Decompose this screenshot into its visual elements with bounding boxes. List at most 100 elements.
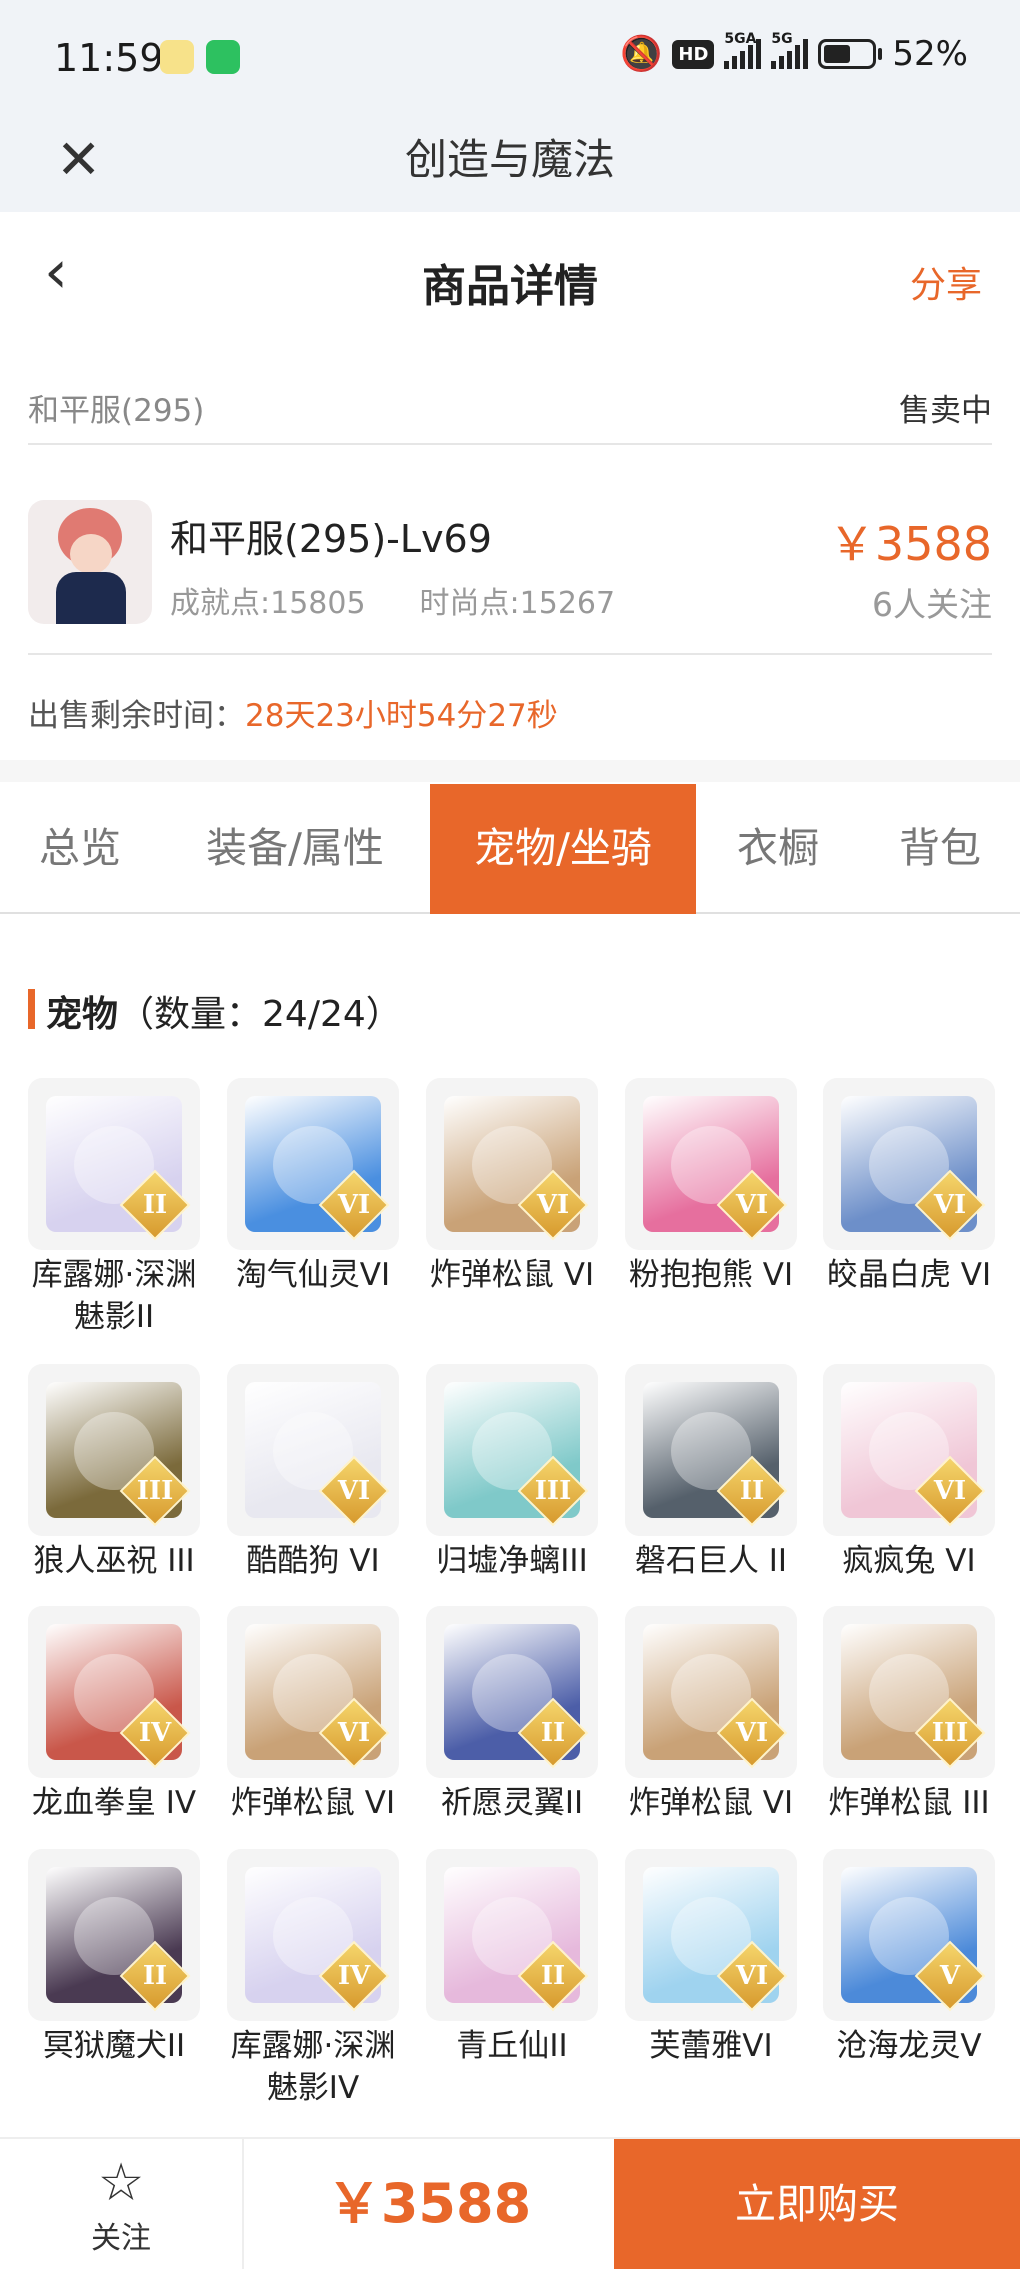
achievement-points: 成就点:15805 [170,586,366,621]
pet-name: 酷酷狗 VI [246,1543,380,1579]
pet-thumbnail: VI [625,1078,797,1250]
pet-name: 皎晶白虎 VI [826,1257,992,1293]
pet-thumbnail: III [426,1364,598,1536]
pet-item[interactable]: IV 龙血拳皇 IV [28,1606,200,1824]
pet-name: 祈愿灵翼II [440,1785,584,1821]
battery-cap [878,48,883,60]
tab-pets-mounts[interactable]: 宠物/坐骑 [430,784,696,914]
pet-item[interactable]: VI 芙蕾雅VI [625,1849,797,2067]
mini-app-title: 创造与魔法 [404,135,615,184]
status-time: 11:59 [54,36,164,80]
section-divider [0,760,1020,782]
pet-thumbnail: VI [227,1078,399,1250]
pet-item[interactable]: II 冥狱魔犬II [28,1849,200,2067]
avatar [28,500,152,624]
pet-item[interactable]: VI 酷酷狗 VI [227,1364,399,1582]
pet-item[interactable]: IV 库露娜·深渊魅影IV [227,1849,399,2109]
pet-thumbnail: VI [823,1364,995,1536]
pet-item[interactable]: VI 粉抱抱熊 VI [625,1078,797,1296]
pet-name: 淘气仙灵VI [235,1257,391,1293]
pet-name: 冥狱魔犬II [42,2028,186,2064]
pet-item[interactable]: VI 疯疯兔 VI [823,1364,995,1582]
status-and-nav-area: 11:59 🔕 HD 5GA 5G 52% 创造与魔法 ✕ [0,0,1020,212]
server-row: 和平服(295) 售卖中 [28,365,992,445]
product-name: 和平服(295)-Lv69 [170,517,492,561]
mute-bell-icon: 🔕 [620,34,663,74]
status-badge: 售卖中 [899,393,992,429]
pet-item[interactable]: VI 皎晶白虎 VI [823,1078,995,1296]
pet-item[interactable]: VI 炸弹松鼠 VI [625,1606,797,1824]
signal-5ga-icon: 5GA [724,31,762,69]
star-icon: ☆ [97,2153,145,2213]
pet-item[interactable]: VI 淘气仙灵VI [227,1078,399,1296]
close-icon[interactable]: ✕ [56,120,101,200]
pet-thumbnail: II [426,1849,598,2021]
tab-backpack[interactable]: 背包 [860,784,1020,914]
pet-item[interactable]: II 库露娜·深渊魅影II [28,1078,200,1338]
buy-now-button[interactable]: 立即购买 [614,2139,1020,2269]
pet-item[interactable]: II 青丘仙II [426,1849,598,2067]
pet-thumbnail: VI [227,1606,399,1778]
pet-name: 粉抱抱熊 VI [628,1257,794,1293]
pet-item[interactable]: III 狼人巫祝 III [28,1364,200,1582]
product-stats: 成就点:15805 时尚点:15267 [170,578,669,622]
pet-name: 炸弹松鼠 III [828,1785,990,1821]
page-title: 商品详情 [422,261,598,312]
remaining-time: 出售剩余时间：28天23小时54分27秒 [28,690,558,735]
status-indicators: 🔕 HD 5GA 5G 52% [620,31,968,74]
status-bar: 11:59 🔕 HD 5GA 5G 52% [0,0,1020,120]
pet-name: 炸弹松鼠 VI [628,1785,794,1821]
pet-item[interactable]: V 沧海龙灵V [823,1849,995,2067]
avatar-face [70,534,112,574]
pet-thumbnail: III [823,1606,995,1778]
pet-thumbnail: II [28,1849,200,2021]
pet-item[interactable]: II 祈愿灵翼II [426,1606,598,1824]
pet-thumbnail: VI [823,1078,995,1250]
pet-thumbnail: VI [227,1364,399,1536]
pet-thumbnail: VI [426,1078,598,1250]
avatar-body [56,572,126,624]
section-title: 宠物（数量：24/24） [46,994,402,1035]
pet-name: 归墟净螭III [436,1543,588,1579]
pet-name: 沧海龙灵V [836,2028,982,2064]
pet-name: 疯疯兔 VI [842,1543,976,1579]
bottom-price: ￥3588 [326,2172,532,2235]
pet-item[interactable]: VI 炸弹松鼠 VI [227,1606,399,1824]
pet-name: 库露娜·深渊魅影IV [230,2028,396,2106]
pet-thumbnail: II [28,1078,200,1250]
product-summary: 和平服(295)-Lv69 成就点:15805 时尚点:15267 ￥3588 6… [28,470,992,655]
server-name: 和平服(295) [28,393,205,429]
pet-name: 磐石巨人 II [634,1543,788,1579]
remaining-value: 28天23小时54分27秒 [245,698,558,734]
pet-name: 炸弹松鼠 VI [429,1257,595,1293]
follow-button[interactable]: ☆ 关注 [0,2139,244,2269]
pet-thumbnail: VI [625,1606,797,1778]
share-button[interactable]: 分享 [910,256,982,308]
pet-thumbnail: IV [227,1849,399,2021]
tab-wardrobe[interactable]: 衣橱 [696,784,860,914]
tab-overview[interactable]: 总览 [0,784,160,914]
wechat-icon [206,40,240,74]
tab-bar: 总览 装备/属性 宠物/坐骑 衣橱 背包 [0,784,1020,914]
pet-thumbnail: VI [625,1849,797,2021]
pet-thumbnail: II [426,1606,598,1778]
fashion-points: 时尚点:15267 [419,586,616,621]
pet-item[interactable]: VI 炸弹松鼠 VI [426,1078,598,1296]
follower-count: 6人关注 [872,585,992,624]
hd-icon: HD [672,39,715,69]
pet-name: 青丘仙II [456,2028,568,2064]
tab-equipment[interactable]: 装备/属性 [160,784,430,914]
follow-label: 关注 [91,2221,151,2256]
bottom-bar: ☆ 关注 ￥3588 立即购买 [0,2137,1020,2269]
pet-name: 炸弹松鼠 VI [230,1785,396,1821]
pet-item[interactable]: III 炸弹松鼠 III [823,1606,995,1824]
pet-item[interactable]: II 磐石巨人 II [625,1364,797,1582]
pet-item[interactable]: III 归墟净螭III [426,1364,598,1582]
product-price: ￥3588 [828,517,992,571]
battery-percent: 52% [892,34,968,74]
pet-thumbnail: IV [28,1606,200,1778]
pet-thumbnail: II [625,1364,797,1536]
notification-app-icon [160,40,194,74]
signal-5g-icon: 5G [771,31,809,69]
page-header: ‹ 商品详情 分享 [0,212,1020,342]
